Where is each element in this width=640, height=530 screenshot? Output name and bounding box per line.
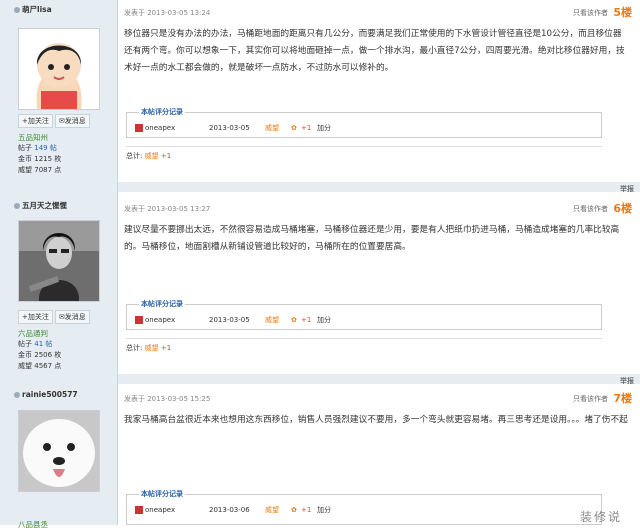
post-floor-7: rainie500577 八品县丞 发表于 2013-03-05 15:25 只…: [0, 386, 640, 529]
rating-row: oneapex 2013-03-05 威望 ✿ +1 加分: [135, 123, 331, 133]
only-author-link[interactable]: 只看该作者: [573, 204, 608, 214]
online-status-icon: [14, 7, 20, 13]
watermark: 装修说: [579, 510, 622, 524]
author-actions: +加关注 ✉发消息: [18, 114, 92, 128]
message-button[interactable]: ✉发消息: [54, 310, 90, 324]
rating-type: 威望: [265, 316, 279, 324]
post-floor-5: 萌尸lisa +加关注 ✉发消息 五品知州 帖子 149 帖 金币 1215 枚 …: [0, 0, 640, 196]
rating-date: 2013-03-06: [209, 506, 250, 514]
rater-name[interactable]: oneapex: [145, 316, 209, 324]
author-name[interactable]: 萌尸lisa: [14, 4, 52, 15]
rating-reason: 加分: [317, 316, 331, 324]
message-button[interactable]: ✉发消息: [54, 114, 90, 128]
author-name[interactable]: rainie500577: [14, 390, 78, 399]
post-separator: [118, 182, 640, 192]
author-name[interactable]: 五月天之惺惺: [14, 200, 67, 211]
rating-value: +1: [301, 316, 312, 324]
rater-icon: [135, 124, 143, 132]
rating-type: 威望: [265, 124, 279, 132]
post-separator: [118, 374, 640, 384]
post-time: 发表于 2013-03-05 13:24: [124, 9, 211, 17]
author-sidebar: 五月天之惺惺 +加关注 ✉发消息 六品通判 帖子 41 帖 金币 2506 枚 威…: [0, 196, 118, 386]
follow-button[interactable]: +加关注: [18, 114, 53, 128]
post-content: 建议尽量不要挪出太远，不然很容易造成马桶堵塞，马桶移位器还是少用，要是有人把纸巾…: [124, 225, 620, 252]
rating-icon: ✿: [291, 124, 297, 132]
rating-box: 本帖评分记录 oneapex 2013-03-06 威望 ✿ +1 加分: [126, 489, 602, 525]
rater-icon: [135, 506, 143, 514]
avatar[interactable]: [18, 410, 100, 492]
rating-title: 本帖评分记录: [139, 107, 185, 117]
online-status-icon: [14, 203, 20, 209]
post-content: 我家马桶高台盆很近本来也想用这东西移位，销售人员强烈建议不要用，多一个弯头就更容…: [124, 415, 628, 425]
author-sidebar: 萌尸lisa +加关注 ✉发消息 五品知州 帖子 149 帖 金币 1215 枚 …: [0, 0, 118, 196]
rating-box: 本帖评分记录 oneapex 2013-03-05 威望 ✿ +1 加分: [126, 107, 602, 138]
rater-name[interactable]: oneapex: [145, 124, 209, 132]
floor-number[interactable]: 5楼: [613, 4, 632, 20]
rating-box: 本帖评分记录 oneapex 2013-03-05 威望 ✿ +1 加分: [126, 299, 602, 330]
rating-reason: 加分: [317, 124, 331, 132]
avatar[interactable]: [18, 220, 100, 302]
rating-date: 2013-03-05: [209, 124, 250, 132]
rating-total: 总计: 威望 +1: [126, 338, 602, 353]
follow-button[interactable]: +加关注: [18, 310, 53, 324]
user-rank: 六品通判: [18, 329, 48, 338]
rating-value: +1: [301, 506, 312, 514]
rater-icon: [135, 316, 143, 324]
author-sidebar: rainie500577 八品县丞: [0, 386, 118, 529]
rating-title: 本帖评分记录: [139, 299, 185, 309]
rating-reason: 加分: [317, 506, 331, 514]
user-stats: 帖子 41 帖 金币 2506 枚 威望 4567 点: [18, 340, 62, 370]
post-time: 发表于 2013-03-05 13:27: [124, 205, 211, 213]
rating-value: +1: [301, 124, 312, 132]
user-rank: 五品知州: [18, 133, 48, 142]
report-link[interactable]: 举报: [620, 376, 634, 386]
rater-name[interactable]: oneapex: [145, 506, 209, 514]
rating-total: 总计: 威望 +1: [126, 146, 602, 161]
online-status-icon: [14, 392, 20, 398]
rating-row: oneapex 2013-03-05 威望 ✿ +1 加分: [135, 315, 331, 325]
report-link[interactable]: 举报: [620, 184, 634, 194]
avatar[interactable]: [18, 28, 100, 110]
post-content: 移位器只是没有办法的办法，马桶距地面的距离只有几公分，而要满足我们正常使用的下水…: [124, 29, 625, 73]
post-floor-6: 五月天之惺惺 +加关注 ✉发消息 六品通判 帖子 41 帖 金币 2506 枚 威…: [0, 196, 640, 386]
user-stats: 帖子 149 帖 金币 1215 枚 威望 7087 点: [18, 144, 62, 174]
only-author-link[interactable]: 只看该作者: [573, 394, 608, 404]
only-author-link[interactable]: 只看该作者: [573, 8, 608, 18]
rating-type: 威望: [265, 506, 279, 514]
rating-icon: ✿: [291, 316, 297, 324]
rating-icon: ✿: [291, 506, 297, 514]
floor-number[interactable]: 7楼: [613, 390, 632, 406]
rating-row: oneapex 2013-03-06 威望 ✿ +1 加分: [135, 505, 331, 515]
author-actions: +加关注 ✉发消息: [18, 310, 92, 324]
rating-title: 本帖评分记录: [139, 489, 185, 499]
post-time: 发表于 2013-03-05 15:25: [124, 395, 211, 403]
floor-number[interactable]: 6楼: [613, 200, 632, 216]
rating-date: 2013-03-05: [209, 316, 250, 324]
